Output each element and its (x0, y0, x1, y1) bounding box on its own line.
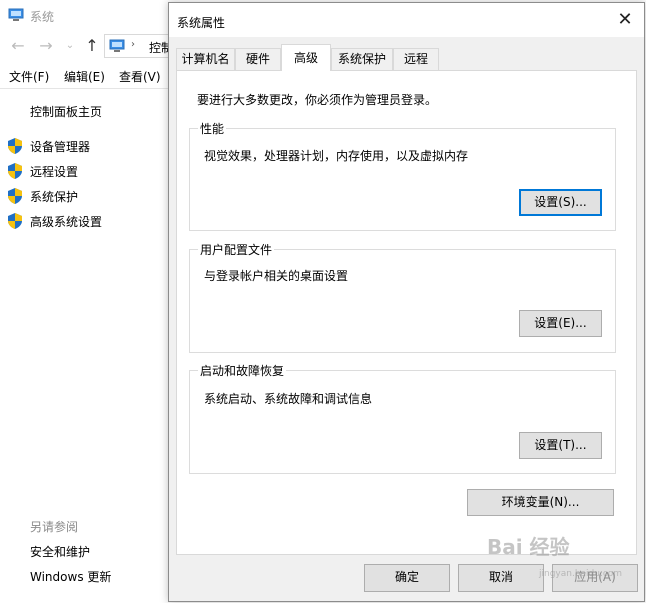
close-icon[interactable]: ✕ (614, 9, 636, 31)
profiles-settings-button[interactable]: 设置(E)... (519, 310, 602, 337)
tab-hardware[interactable]: 硬件 (235, 48, 281, 70)
group-title: 启动和故障恢复 (198, 362, 287, 379)
ok-button[interactable]: 确定 (364, 564, 450, 592)
performance-settings-button[interactable]: 设置(S)... (519, 189, 602, 216)
dialog-titlebar: 系统属性 ✕ (169, 3, 644, 37)
tab-computer-name[interactable]: 计算机名 (176, 48, 235, 70)
startup-settings-button[interactable]: 设置(T)... (519, 432, 602, 459)
startup-recovery-group: 启动和故障恢复 系统启动、系统故障和调试信息 设置(T)... (189, 362, 616, 474)
link-label: 远程设置 (30, 165, 79, 179)
recent-chevron-icon[interactable]: ⌄ (60, 34, 80, 58)
computer-icon (109, 39, 125, 52)
link-label: 系统保护 (30, 190, 79, 204)
group-title: 用户配置文件 (198, 241, 275, 258)
system-properties-dialog: 系统属性 ✕ 计算机名 硬件 高级 系统保护 远程 要进行大多数更改，你必须作为… (168, 2, 645, 602)
cancel-button[interactable]: 取消 (458, 564, 544, 592)
tab-remote[interactable]: 远程 (393, 48, 439, 70)
system-window-title: 系统 (30, 10, 55, 24)
group-description: 与登录帐户相关的桌面设置 (204, 269, 349, 283)
link-label: 高级系统设置 (30, 215, 103, 229)
back-arrow-icon[interactable]: ← (8, 34, 28, 58)
baidu-watermark-url: jingyan.baidu.com (539, 569, 623, 579)
group-description: 系统启动、系统故障和调试信息 (204, 392, 373, 406)
uac-shield-icon (8, 163, 22, 179)
dialog-title: 系统属性 (177, 16, 226, 30)
admin-notice: 要进行大多数更改，你必须作为管理员登录。 (197, 93, 438, 107)
see-also-heading: 另请参阅 (30, 520, 79, 534)
baidu-watermark: Bai 经验 (487, 535, 570, 559)
control-panel-home-link[interactable]: 控制面板主页 (30, 103, 102, 120)
up-arrow-icon[interactable]: ↑ (82, 34, 102, 58)
tab-advanced[interactable]: 高级 (281, 44, 331, 71)
menu-view[interactable]: 查看(V) (119, 68, 161, 85)
uac-shield-icon (8, 188, 22, 204)
uac-shield-icon (8, 213, 22, 229)
group-title: 性能 (198, 120, 227, 137)
menu-edit[interactable]: 编辑(E) (64, 68, 105, 85)
forward-arrow-icon[interactable]: → (36, 34, 56, 58)
menu-file[interactable]: 文件(F) (9, 68, 49, 85)
performance-group: 性能 视觉效果，处理器计划，内存使用，以及虚拟内存 设置(S)... (189, 120, 616, 231)
security-maintenance-link[interactable]: 安全和维护 (30, 543, 90, 560)
computer-icon (8, 8, 24, 21)
link-label: 设备管理器 (30, 140, 91, 154)
environment-variables-button[interactable]: 环境变量(N)... (467, 489, 614, 516)
breadcrumb-chevron-icon: › (131, 39, 135, 50)
advanced-tab-panel: 要进行大多数更改，你必须作为管理员登录。 性能 视觉效果，处理器计划，内存使用，… (176, 70, 637, 555)
user-profiles-group: 用户配置文件 与登录帐户相关的桌面设置 设置(E)... (189, 241, 616, 353)
tab-system-protection[interactable]: 系统保护 (331, 48, 393, 70)
uac-shield-icon (8, 138, 22, 154)
divider (0, 88, 170, 89)
group-description: 视觉效果，处理器计划，内存使用，以及虚拟内存 (204, 149, 469, 163)
windows-update-link[interactable]: Windows 更新 (30, 568, 111, 585)
